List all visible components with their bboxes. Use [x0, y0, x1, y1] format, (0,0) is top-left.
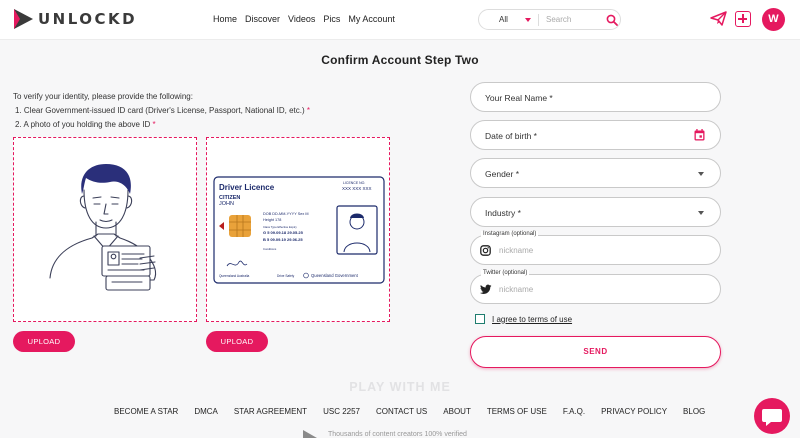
search-input[interactable]: Search [546, 15, 571, 24]
avatar[interactable]: W [762, 8, 785, 31]
search-bar: All Search [478, 9, 621, 30]
footer-link-become-a-star[interactable]: BECOME A STAR [114, 407, 178, 416]
nav-videos[interactable]: Videos [288, 14, 315, 24]
twitter-icon [480, 284, 492, 294]
required-marker: * [152, 120, 156, 129]
instruction-text: 2. A photo of you holding the above ID [15, 120, 151, 129]
nav-discover[interactable]: Discover [245, 14, 280, 24]
instruction-item: 1. Clear Government-issued ID card (Driv… [13, 104, 310, 118]
real-name-field[interactable]: Your Real Name * [470, 82, 721, 112]
verification-instructions: To verify your identity, please provide … [13, 90, 310, 132]
real-name-placeholder: Your Real Name * [485, 93, 553, 103]
footer-link-faq[interactable]: F.A.Q. [563, 407, 585, 416]
twitter-label: Twitter (optional) [481, 270, 530, 276]
nav-my-account[interactable]: My Account [348, 14, 395, 24]
play-icon [303, 430, 317, 438]
chat-button[interactable] [754, 398, 790, 434]
search-divider [538, 14, 539, 26]
id-card-sample: Driver Licence LICENCE NO. XXX XXX XXX C… [213, 176, 385, 284]
card-row: B 5 09.09.19 29.06.25 [263, 237, 303, 242]
main-nav: Home Discover Videos Pics My Account [213, 14, 395, 24]
footer-links: BECOME A STAR DMCA STAR AGREEMENT USC 22… [114, 407, 705, 416]
search-category-select[interactable]: All [499, 15, 508, 24]
nav-pics[interactable]: Pics [323, 14, 340, 24]
chevron-down-icon [698, 211, 704, 215]
card-class-header: Class Type Effective Expiry [263, 225, 297, 229]
chevron-down-icon [698, 172, 704, 176]
twitter-input[interactable]: nickname [499, 285, 533, 294]
footer-link-dmca[interactable]: DMCA [194, 407, 218, 416]
search-icon[interactable] [606, 14, 618, 26]
industry-select[interactable]: Industry * [470, 197, 721, 227]
add-content-icon[interactable] [735, 11, 751, 27]
footer-link-blog[interactable]: BLOG [683, 407, 705, 416]
nav-home[interactable]: Home [213, 14, 237, 24]
card-given-name: JOHN [219, 201, 234, 207]
twitter-field[interactable]: Twitter (optional) nickname [470, 270, 721, 304]
instructions-intro: To verify your identity, please provide … [13, 92, 193, 101]
footer-bottom-text: Thousands of content creators 100% verif… [328, 431, 467, 438]
card-height: Height 178 [263, 218, 281, 222]
footer-link-usc-2257[interactable]: USC 2257 [323, 407, 360, 416]
top-header: UNLOCKD Home Discover Videos Pics My Acc… [0, 0, 800, 40]
terms-agreement: I agree to terms of use [475, 314, 572, 324]
terms-link[interactable]: I agree to terms of use [492, 315, 572, 324]
card-conditions: Conditions [263, 247, 277, 251]
card-licence-no-label: LICENCE NO. [343, 181, 365, 185]
upload-id-button[interactable]: UPLOAD [206, 331, 268, 352]
chevron-down-icon[interactable] [525, 18, 531, 22]
terms-checkbox[interactable] [475, 314, 485, 324]
gender-placeholder: Gender * [485, 169, 520, 179]
card-licence-no: XXX XXX XXX [342, 186, 372, 191]
page-title: Confirm Account Step Two [321, 53, 479, 67]
card-footer-mid: Drive Safely [277, 274, 295, 278]
instagram-field[interactable]: Instagram (optional) nickname [470, 231, 721, 265]
logo-text: UNLOCKD [38, 10, 138, 28]
dob-placeholder: Date of birth * [485, 131, 537, 141]
upload-selfie-button[interactable]: UPLOAD [13, 331, 75, 352]
footer-link-star-agreement[interactable]: STAR AGREEMENT [234, 407, 307, 416]
industry-placeholder: Industry * [485, 208, 521, 218]
calendar-icon[interactable] [694, 129, 705, 141]
footer-link-terms-of-use[interactable]: TERMS OF USE [487, 407, 547, 416]
chat-bubble-icon [762, 409, 782, 426]
footer-tagline: PLAY WITH ME [349, 380, 451, 394]
selfie-upload-area[interactable] [13, 137, 197, 322]
logo[interactable]: UNLOCKD [12, 8, 137, 30]
card-footer-right: Queensland Government [311, 273, 359, 278]
card-footer-left: Queensland Australia [219, 274, 250, 278]
instruction-text: 1. Clear Government-issued ID card (Driv… [15, 106, 305, 115]
footer-link-contact-us[interactable]: CONTACT US [376, 407, 427, 416]
required-marker: * [306, 106, 310, 115]
id-upload-area[interactable]: Driver Licence LICENCE NO. XXX XXX XXX C… [206, 137, 390, 322]
instagram-input[interactable]: nickname [499, 246, 533, 255]
gender-select[interactable]: Gender * [470, 158, 721, 188]
footer-link-privacy-policy[interactable]: PRIVACY POLICY [601, 407, 667, 416]
send-button[interactable]: SEND [470, 336, 721, 368]
instagram-label: Instagram (optional) [481, 231, 539, 237]
instagram-icon [480, 245, 491, 256]
instruction-item: 2. A photo of you holding the above ID * [13, 118, 310, 132]
card-title: Driver Licence [219, 183, 275, 192]
footer-bottom-strip: Thousands of content creators 100% verif… [300, 430, 520, 438]
card-row: G 5 09.09.18 29.05.25 [263, 230, 304, 235]
logo-play-icon [14, 9, 33, 29]
paper-plane-icon[interactable] [710, 11, 727, 26]
footer-link-about[interactable]: ABOUT [443, 407, 471, 416]
card-dob: DOB DD-MM-YYYY Sex M [263, 212, 309, 216]
date-of-birth-field[interactable]: Date of birth * [470, 120, 721, 150]
person-holding-id-illustration [49, 164, 157, 291]
